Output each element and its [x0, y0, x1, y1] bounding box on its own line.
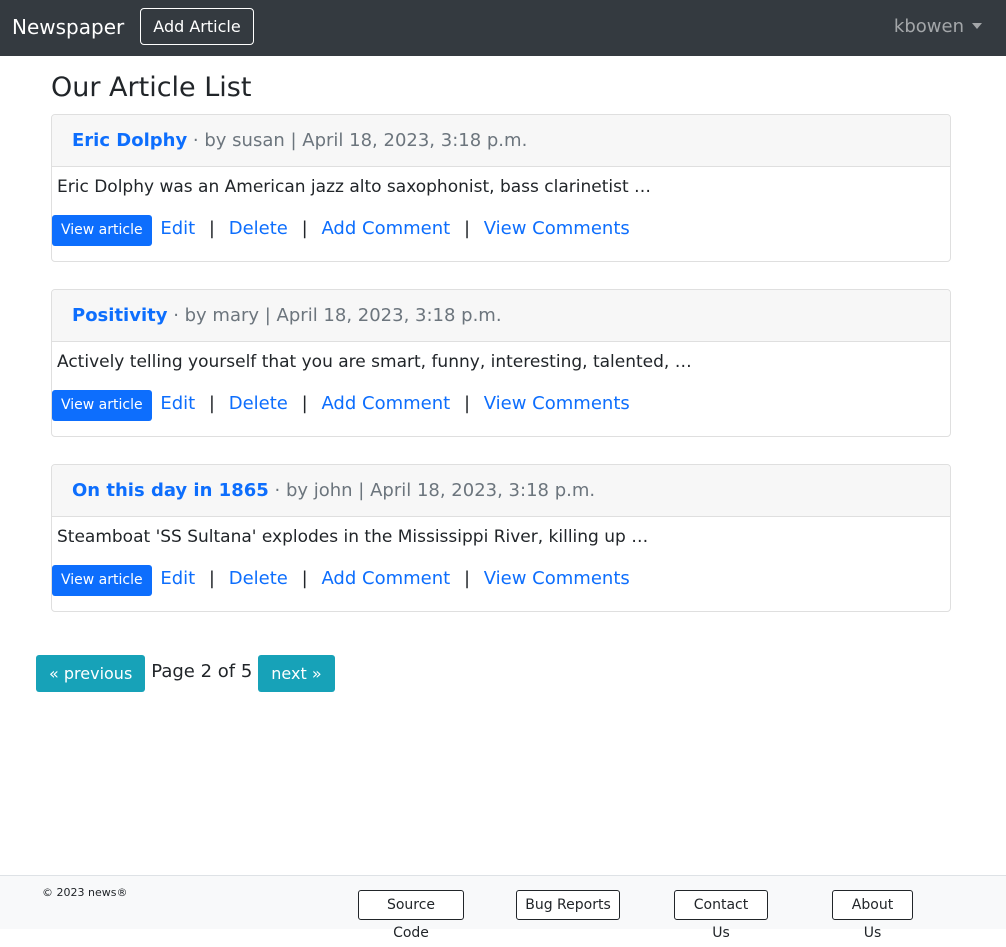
about-us-button[interactable]: About Us	[832, 890, 913, 941]
user-dropdown[interactable]: kbowen	[894, 14, 982, 40]
article-summary: Actively telling yourself that you are s…	[57, 352, 692, 372]
view-article-button[interactable]: View article	[52, 565, 152, 596]
view-comments-link[interactable]: View Comments	[484, 568, 630, 589]
article-card: On this day in 1865 · by john | April 18…	[51, 464, 951, 612]
view-comments-link[interactable]: View Comments	[484, 218, 630, 239]
contact-us-button[interactable]: Contact Us	[674, 890, 768, 941]
separator: |	[463, 568, 471, 589]
pagination: « previous Page 2 of 5 next »	[36, 655, 335, 692]
article-header: On this day in 1865 · by john | April 18…	[52, 465, 950, 517]
user-name: kbowen	[893, 16, 964, 37]
article-actions: View article Edit | Delete | Add Comment…	[52, 565, 630, 597]
article-actions: View article Edit | Delete | Add Comment…	[52, 215, 630, 247]
add-comment-link[interactable]: Add Comment	[321, 393, 450, 414]
article-header: Positivity · by mary | April 18, 2023, 3…	[52, 290, 950, 342]
page-title: Our Article List	[51, 72, 252, 103]
top-navbar: Newspaper Add Article kbowen	[0, 0, 1006, 56]
view-comments-link[interactable]: View Comments	[484, 393, 630, 414]
separator: |	[301, 218, 308, 239]
bug-reports-button[interactable]: Bug Reports	[516, 890, 620, 920]
article-title-link[interactable]: On this day in 1865	[72, 480, 269, 501]
brand-logo-text[interactable]: Newspaper	[12, 13, 124, 41]
add-comment-link[interactable]: Add Comment	[321, 568, 450, 589]
article-title-link[interactable]: Eric Dolphy	[72, 130, 187, 151]
article-summary: Steamboat 'SS Sultana' explodes in the M…	[57, 527, 649, 547]
article-meta: · by susan | April 18, 2023, 3:18 p.m.	[187, 130, 528, 151]
separator: |	[301, 568, 308, 589]
source-code-button[interactable]: Source Code	[358, 890, 464, 941]
next-page-button[interactable]: next »	[258, 655, 335, 692]
page-indicator: Page 2 of 5	[151, 661, 253, 682]
add-article-button[interactable]: Add Article	[140, 8, 254, 45]
chevron-down-icon	[972, 23, 982, 29]
edit-link[interactable]: Edit	[160, 218, 195, 239]
copyright-text: © 2023 news®	[42, 886, 128, 899]
previous-page-button[interactable]: « previous	[36, 655, 146, 692]
article-meta: · by john | April 18, 2023, 3:18 p.m.	[268, 480, 596, 501]
article-actions: View article Edit | Delete | Add Comment…	[52, 390, 630, 422]
article-card: Eric Dolphy · by susan | April 18, 2023,…	[51, 114, 951, 262]
edit-link[interactable]: Edit	[160, 568, 195, 589]
article-summary: Eric Dolphy was an American jazz alto sa…	[57, 177, 652, 197]
article-card: Positivity · by mary | April 18, 2023, 3…	[51, 289, 951, 437]
separator: |	[208, 393, 215, 414]
delete-link[interactable]: Delete	[229, 568, 288, 589]
separator: |	[463, 393, 471, 414]
article-title-link[interactable]: Positivity	[72, 305, 167, 326]
separator: |	[208, 568, 215, 589]
separator: |	[463, 218, 471, 239]
article-meta: · by mary | April 18, 2023, 3:18 p.m.	[167, 305, 502, 326]
view-article-button[interactable]: View article	[52, 215, 152, 246]
view-article-button[interactable]: View article	[52, 390, 152, 421]
separator: |	[301, 393, 308, 414]
separator: |	[208, 218, 215, 239]
delete-link[interactable]: Delete	[229, 393, 288, 414]
edit-link[interactable]: Edit	[160, 393, 195, 414]
footer: © 2023 news® Source Code Bug Reports Con…	[0, 875, 1006, 941]
article-header: Eric Dolphy · by susan | April 18, 2023,…	[52, 115, 950, 167]
add-comment-link[interactable]: Add Comment	[321, 218, 450, 239]
delete-link[interactable]: Delete	[229, 218, 288, 239]
